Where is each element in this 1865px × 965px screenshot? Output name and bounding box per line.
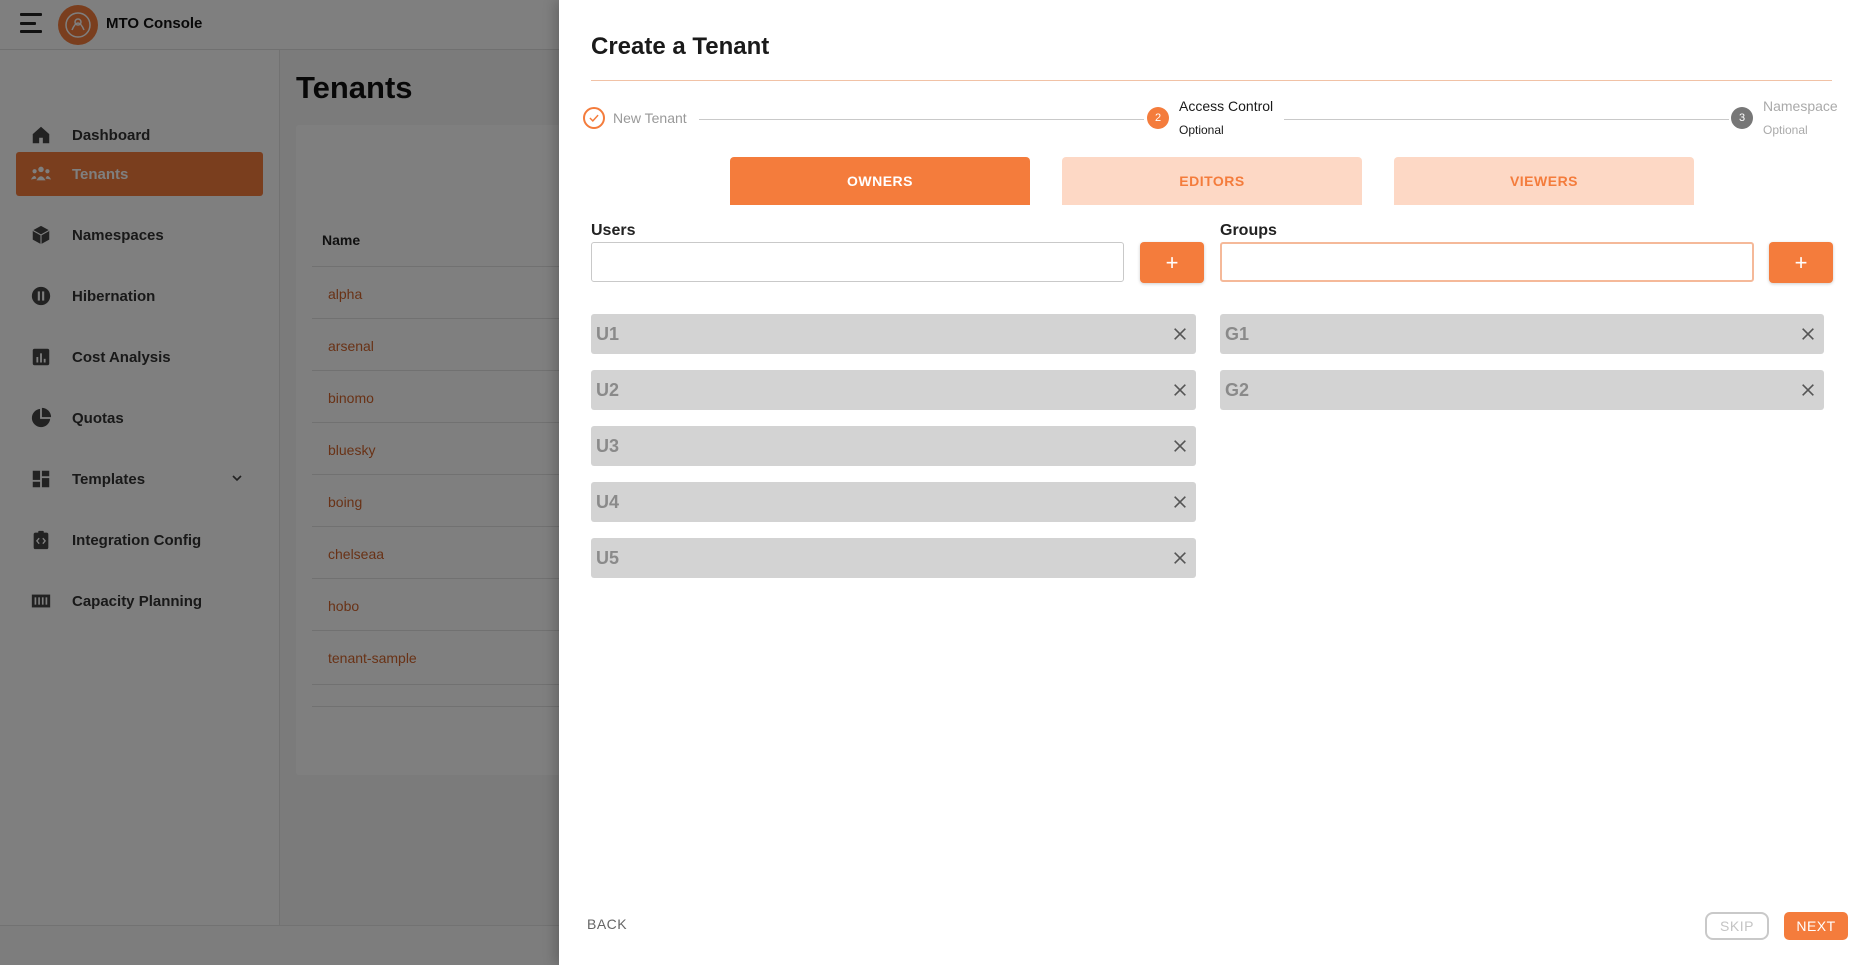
close-icon[interactable] — [1170, 436, 1190, 456]
chip-label: U5 — [596, 547, 620, 568]
add-user-button[interactable]: + — [1140, 242, 1204, 283]
skip-button[interactable]: SKIP — [1705, 912, 1769, 940]
step-new-tenant: New Tenant — [583, 107, 687, 129]
chip-label: U3 — [596, 435, 620, 456]
step-connector — [1284, 119, 1729, 120]
close-icon[interactable] — [1170, 548, 1190, 568]
step-access-control: 2 — [1147, 107, 1169, 129]
step-sublabel: Optional — [1763, 123, 1808, 137]
step-sublabel: Optional — [1179, 123, 1224, 137]
group-chip: G1 — [1220, 314, 1824, 354]
chip-label: G2 — [1225, 379, 1250, 400]
step-connector — [699, 119, 1144, 120]
user-chip: U5 — [591, 538, 1196, 578]
chip-label: U4 — [596, 491, 620, 512]
tab-owners[interactable]: OWNERS — [730, 157, 1030, 205]
chip-label: G1 — [1225, 323, 1250, 344]
close-icon[interactable] — [1798, 324, 1818, 344]
create-tenant-drawer: Create a Tenant New Tenant 2 Access Cont… — [559, 0, 1865, 965]
user-chip: U1 — [591, 314, 1196, 354]
next-button[interactable]: NEXT — [1784, 912, 1848, 940]
drawer-divider — [591, 80, 1832, 81]
step-label: Namespace — [1763, 98, 1838, 114]
check-circle-icon — [583, 107, 605, 129]
step-number: 3 — [1731, 107, 1753, 129]
groups-input[interactable] — [1220, 242, 1754, 282]
tab-viewers[interactable]: VIEWERS — [1394, 157, 1694, 205]
close-icon[interactable] — [1798, 380, 1818, 400]
groups-label: Groups — [1220, 222, 1277, 239]
chip-label: U1 — [596, 323, 620, 344]
step-label: Access Control — [1179, 98, 1274, 114]
user-chip: U4 — [591, 482, 1196, 522]
add-group-button[interactable]: + — [1769, 242, 1833, 283]
users-label: Users — [591, 222, 636, 239]
tab-editors[interactable]: EDITORS — [1062, 157, 1362, 205]
step-namespace: 3 — [1731, 107, 1753, 129]
close-icon[interactable] — [1170, 380, 1190, 400]
step-label: New Tenant — [613, 110, 687, 126]
user-chip: U3 — [591, 426, 1196, 466]
drawer-title: Create a Tenant — [591, 33, 770, 60]
users-input[interactable] — [591, 242, 1124, 282]
group-chip: G2 — [1220, 370, 1824, 410]
step-number: 2 — [1147, 107, 1169, 129]
close-icon[interactable] — [1170, 492, 1190, 512]
user-chip: U2 — [591, 370, 1196, 410]
back-button[interactable]: BACK — [587, 916, 627, 932]
chip-label: U2 — [596, 379, 620, 400]
close-icon[interactable] — [1170, 324, 1190, 344]
